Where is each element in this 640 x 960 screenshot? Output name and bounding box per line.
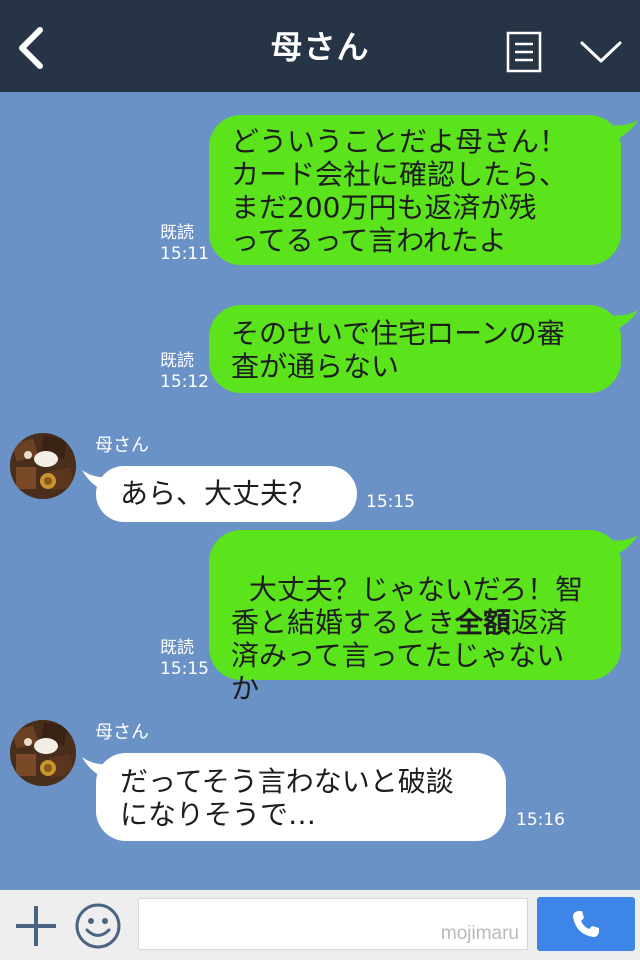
message-bubble-received[interactable]: あら、大丈夫？	[96, 466, 357, 522]
message-input[interactable]: mojimaru	[138, 898, 528, 950]
message-text-bold: 全額	[455, 606, 512, 639]
read-receipt: 既読	[160, 638, 194, 658]
emoji-icon[interactable]	[74, 902, 122, 950]
message-time: 15:12	[160, 372, 209, 392]
message-meta: 既読 15:11	[160, 223, 209, 265]
menu-icon[interactable]	[506, 31, 542, 73]
sender-name: 母さん	[95, 722, 149, 743]
plus-icon[interactable]	[14, 904, 58, 948]
read-receipt: 既読	[160, 223, 194, 243]
chevron-down-icon[interactable]	[579, 38, 623, 66]
phone-icon	[573, 911, 599, 937]
avatar-image	[10, 720, 76, 786]
message-time: 15:16	[516, 810, 565, 830]
read-receipt: 既読	[160, 351, 194, 371]
message-bubble-received[interactable]: だってそう言わないと破談 になりそうで…	[96, 753, 506, 841]
message-time: 15:11	[160, 244, 209, 264]
avatar[interactable]	[10, 433, 76, 499]
call-button[interactable]	[537, 897, 635, 951]
chat-title: 母さん	[270, 28, 370, 66]
message-meta: 既読 15:12	[160, 351, 209, 393]
chat-header: 母さん	[0, 0, 640, 92]
message-bubble-sent[interactable]: 大丈夫？じゃないだろ！智 香と結婚するとき全額返済 済みって言ってたじゃない か	[209, 530, 621, 705]
watermark: mojimaru	[440, 923, 519, 944]
sender-name: 母さん	[95, 435, 149, 456]
message-bubble-sent[interactable]: そのせいで住宅ローンの審 査が通らない	[209, 305, 621, 393]
avatar[interactable]	[10, 720, 76, 786]
avatar-image	[10, 433, 76, 499]
message-time: 15:15	[160, 659, 209, 679]
message-time: 15:15	[366, 492, 415, 512]
message-bubble-sent[interactable]: どういうことだよ母さん！ カード会社に確認したら、 まだ200万円も返済が残 っ…	[209, 115, 621, 265]
message-meta: 既読 15:15	[160, 638, 209, 680]
